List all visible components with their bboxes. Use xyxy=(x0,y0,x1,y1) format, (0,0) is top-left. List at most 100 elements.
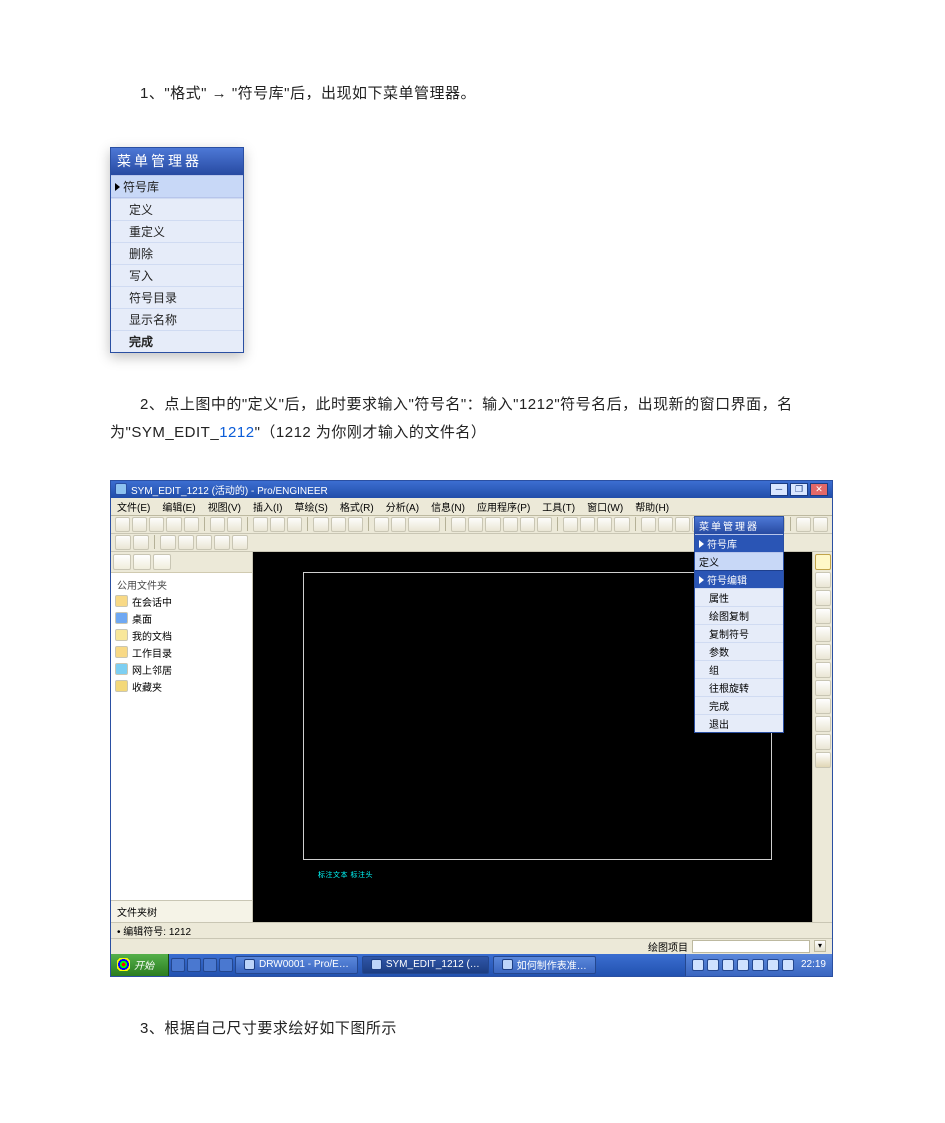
selection-filter-arrow-icon[interactable]: ▾ xyxy=(814,940,826,952)
mm2-item-6[interactable]: 完成 xyxy=(695,696,783,714)
chamfer-tool-icon[interactable] xyxy=(815,698,831,714)
task-doc[interactable]: 如何制作表准… xyxy=(493,956,596,974)
mm2-item-4[interactable]: 组 xyxy=(695,660,783,678)
arc-tool-icon[interactable] xyxy=(815,626,831,642)
other-icon[interactable] xyxy=(232,535,248,550)
disp2-icon[interactable] xyxy=(580,517,595,532)
tray-1-icon[interactable] xyxy=(692,959,704,971)
datum-axis-icon[interactable] xyxy=(658,517,673,532)
quicklaunch-1-icon[interactable] xyxy=(171,958,185,972)
menu-view[interactable]: 视图(V) xyxy=(206,499,243,514)
text-tool-icon[interactable] xyxy=(815,752,831,768)
menu-insert[interactable]: 插入(I) xyxy=(251,499,284,514)
sidebar-item-session[interactable]: 在会话中 xyxy=(111,593,252,610)
graphics-canvas[interactable]: 标注文本 标注头 菜单管理器 符号库 定义 符号编辑 属性 绘图复制 复制符号 … xyxy=(253,552,812,922)
mm2-item-0[interactable]: 属性 xyxy=(695,588,783,606)
paste-icon[interactable] xyxy=(287,517,302,532)
mm2-section-symedit[interactable]: 符号编辑 xyxy=(695,570,783,588)
select-tool-icon[interactable] xyxy=(815,554,831,570)
constraint-icon[interactable] xyxy=(214,535,230,550)
cut-icon[interactable] xyxy=(253,517,268,532)
tray-5-icon[interactable] xyxy=(752,959,764,971)
close-button[interactable]: ✕ xyxy=(810,483,828,496)
layer-icon[interactable] xyxy=(331,517,346,532)
disp4-icon[interactable] xyxy=(614,517,629,532)
quicklaunch-2-icon[interactable] xyxy=(187,958,201,972)
menu-manager-section[interactable]: 符号库 xyxy=(111,175,243,197)
new-icon[interactable] xyxy=(115,517,130,532)
menu-item-symbol-dir[interactable]: 符号目录 xyxy=(111,286,243,308)
disp3-icon[interactable] xyxy=(597,517,612,532)
menu-item-show-names[interactable]: 显示名称 xyxy=(111,308,243,330)
sidebar-item-network[interactable]: 网上邻居 xyxy=(111,661,252,678)
start-button[interactable]: 开始 xyxy=(111,954,169,976)
sidebar-tab-2[interactable] xyxy=(133,554,151,570)
menu-item-define[interactable]: 定义 xyxy=(111,198,243,220)
extra2-icon[interactable] xyxy=(813,517,828,532)
sidebar-item-desktop[interactable]: 桌面 xyxy=(111,610,252,627)
mail-icon[interactable] xyxy=(184,517,199,532)
sidebar-footer[interactable]: 文件夹树 xyxy=(111,900,252,922)
mirror-tool-icon[interactable] xyxy=(815,716,831,732)
datum-plane-icon[interactable] xyxy=(641,517,656,532)
sheet-icon[interactable] xyxy=(348,517,363,532)
mm2-item-2[interactable]: 复制符号 xyxy=(695,624,783,642)
zoomfit-icon[interactable] xyxy=(520,517,535,532)
sidebar-item-mydocs[interactable]: 我的文档 xyxy=(111,627,252,644)
text-icon[interactable] xyxy=(196,535,212,550)
mm2-item-5[interactable]: 往根旋转 xyxy=(695,678,783,696)
chain-icon[interactable] xyxy=(178,535,194,550)
menu-analyze[interactable]: 分析(A) xyxy=(384,499,421,514)
snap1-icon[interactable] xyxy=(115,535,131,550)
menu-sketch[interactable]: 草绘(S) xyxy=(292,499,329,514)
zoomin-icon[interactable] xyxy=(485,517,500,532)
trim-tool-icon[interactable] xyxy=(815,734,831,750)
redo-icon[interactable] xyxy=(227,517,242,532)
menu-file[interactable]: 文件(E) xyxy=(115,499,152,514)
spline-tool-icon[interactable] xyxy=(815,644,831,660)
maximize-button[interactable]: ❐ xyxy=(790,483,808,496)
circle-tool-icon[interactable] xyxy=(815,608,831,624)
ref-icon[interactable] xyxy=(160,535,176,550)
task-symedit1212[interactable]: SYM_EDIT_1212 (… xyxy=(362,956,489,974)
menu-help[interactable]: 帮助(H) xyxy=(633,499,671,514)
task-drw0001[interactable]: DRW0001 - Pro/E… xyxy=(235,956,358,974)
mm2-item-1[interactable]: 绘图复制 xyxy=(695,606,783,624)
mm2-item-7[interactable]: 退出 xyxy=(695,714,783,732)
repaint-icon[interactable] xyxy=(451,517,466,532)
find-icon[interactable] xyxy=(374,517,389,532)
menu-item-done[interactable]: 完成 xyxy=(111,330,243,352)
rect-tool-icon[interactable] xyxy=(815,590,831,606)
menu-edit[interactable]: 编辑(E) xyxy=(160,499,197,514)
datum-point-icon[interactable] xyxy=(675,517,690,532)
menu-window[interactable]: 窗口(W) xyxy=(585,499,625,514)
disp1-icon[interactable] xyxy=(563,517,578,532)
select-box-icon[interactable] xyxy=(391,517,406,532)
mm2-section-symlib[interactable]: 符号库 xyxy=(695,534,783,552)
menu-apps[interactable]: 应用程序(P) xyxy=(475,499,532,514)
snap2-icon[interactable] xyxy=(133,535,149,550)
regen-icon[interactable] xyxy=(313,517,328,532)
undo-icon[interactable] xyxy=(210,517,225,532)
point-tool-icon[interactable] xyxy=(815,662,831,678)
tray-2-icon[interactable] xyxy=(707,959,719,971)
selection-filter-combo[interactable] xyxy=(692,940,810,953)
sidebar-tab-3[interactable] xyxy=(153,554,171,570)
menu-item-write[interactable]: 写入 xyxy=(111,264,243,286)
save-icon[interactable] xyxy=(149,517,164,532)
orient-icon[interactable] xyxy=(468,517,483,532)
quicklaunch-4-icon[interactable] xyxy=(219,958,233,972)
tray-6-icon[interactable] xyxy=(767,959,779,971)
select-dropdown[interactable] xyxy=(408,517,440,532)
sidebar-item-workdir[interactable]: 工作目录 xyxy=(111,644,252,661)
menu-format[interactable]: 格式(R) xyxy=(338,499,376,514)
tray-4-icon[interactable] xyxy=(737,959,749,971)
quicklaunch-3-icon[interactable] xyxy=(203,958,217,972)
fillet-tool-icon[interactable] xyxy=(815,680,831,696)
line-tool-icon[interactable] xyxy=(815,572,831,588)
tray-7-icon[interactable] xyxy=(782,959,794,971)
menu-item-delete[interactable]: 删除 xyxy=(111,242,243,264)
menu-tools[interactable]: 工具(T) xyxy=(540,499,577,514)
pan-icon[interactable] xyxy=(537,517,552,532)
menu-item-redefine[interactable]: 重定义 xyxy=(111,220,243,242)
